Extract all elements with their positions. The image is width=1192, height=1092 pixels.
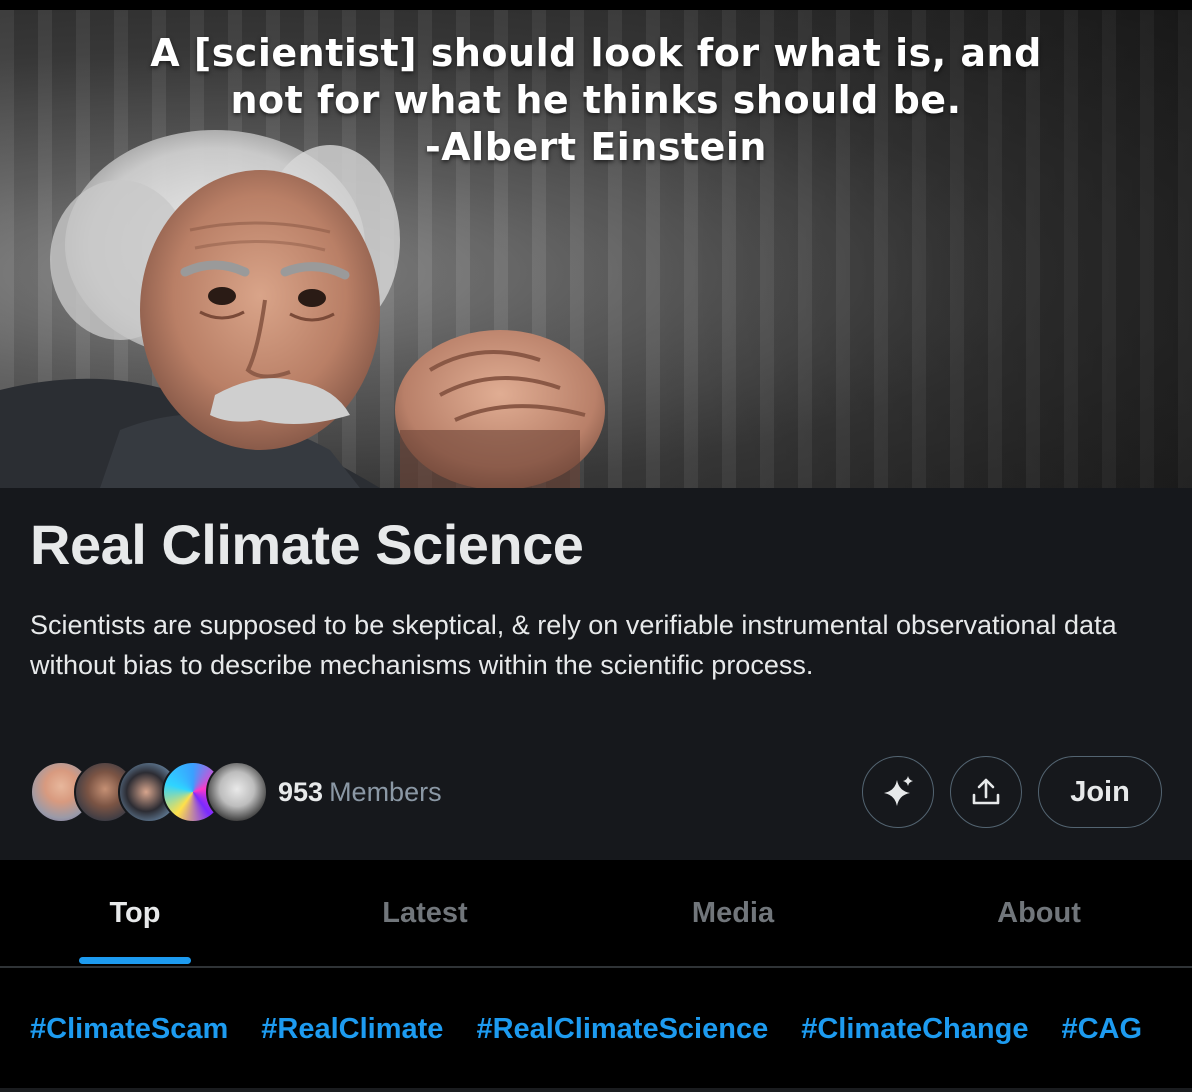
community-actions: Join (862, 756, 1162, 828)
tab-label: Latest (382, 896, 468, 929)
avatar (206, 761, 268, 823)
member-count-number: 953 (278, 776, 324, 807)
hashtag-bar: #ClimateScam #RealClimate #RealClimateSc… (0, 970, 1192, 1088)
quote-attribution: -Albert Einstein (425, 125, 767, 169)
community-page: A [scientist] should look for what is, a… (0, 0, 1192, 1092)
quote-line: A [scientist] should look for what is, a… (150, 31, 1042, 75)
hashtag-link[interactable]: #CAG (1061, 1013, 1142, 1046)
tab-label: Top (109, 896, 161, 929)
community-tabs: Top Latest Media About (0, 860, 1192, 968)
sparkle-icon (884, 776, 913, 806)
hashtag-link[interactable]: #RealClimate (261, 1013, 443, 1046)
tab-label: About (997, 896, 1081, 929)
tab-about[interactable]: About (886, 860, 1192, 966)
share-icon (972, 778, 1000, 805)
community-banner-image: A [scientist] should look for what is, a… (0, 10, 1192, 488)
tab-top[interactable]: Top (0, 860, 270, 966)
hashtag-link[interactable]: #ClimateChange (801, 1013, 1028, 1046)
grok-button[interactable] (862, 756, 934, 828)
share-button[interactable] (950, 756, 1022, 828)
divider (0, 1088, 1192, 1092)
member-count[interactable]: 953 Members (278, 777, 442, 808)
banner-quote: A [scientist] should look for what is, a… (0, 30, 1192, 171)
member-count-label: Members (329, 776, 442, 807)
hashtag-link[interactable]: #ClimateScam (30, 1013, 228, 1046)
tab-media[interactable]: Media (580, 860, 886, 966)
tab-latest[interactable]: Latest (270, 860, 580, 966)
community-info-panel: Real Climate Science Scientists are supp… (0, 488, 1192, 860)
member-avatars[interactable] (30, 760, 268, 824)
quote-line: not for what he thinks should be. (230, 78, 962, 122)
community-title: Real Climate Science (30, 513, 584, 576)
community-description: Scientists are supposed to be skeptical,… (30, 610, 1117, 680)
members-row[interactable]: 953 Members (30, 760, 442, 824)
hashtag-link[interactable]: #RealClimateScience (476, 1013, 768, 1046)
tab-label: Media (691, 896, 775, 929)
active-tab-indicator (79, 957, 191, 964)
join-button[interactable]: Join (1038, 756, 1162, 828)
